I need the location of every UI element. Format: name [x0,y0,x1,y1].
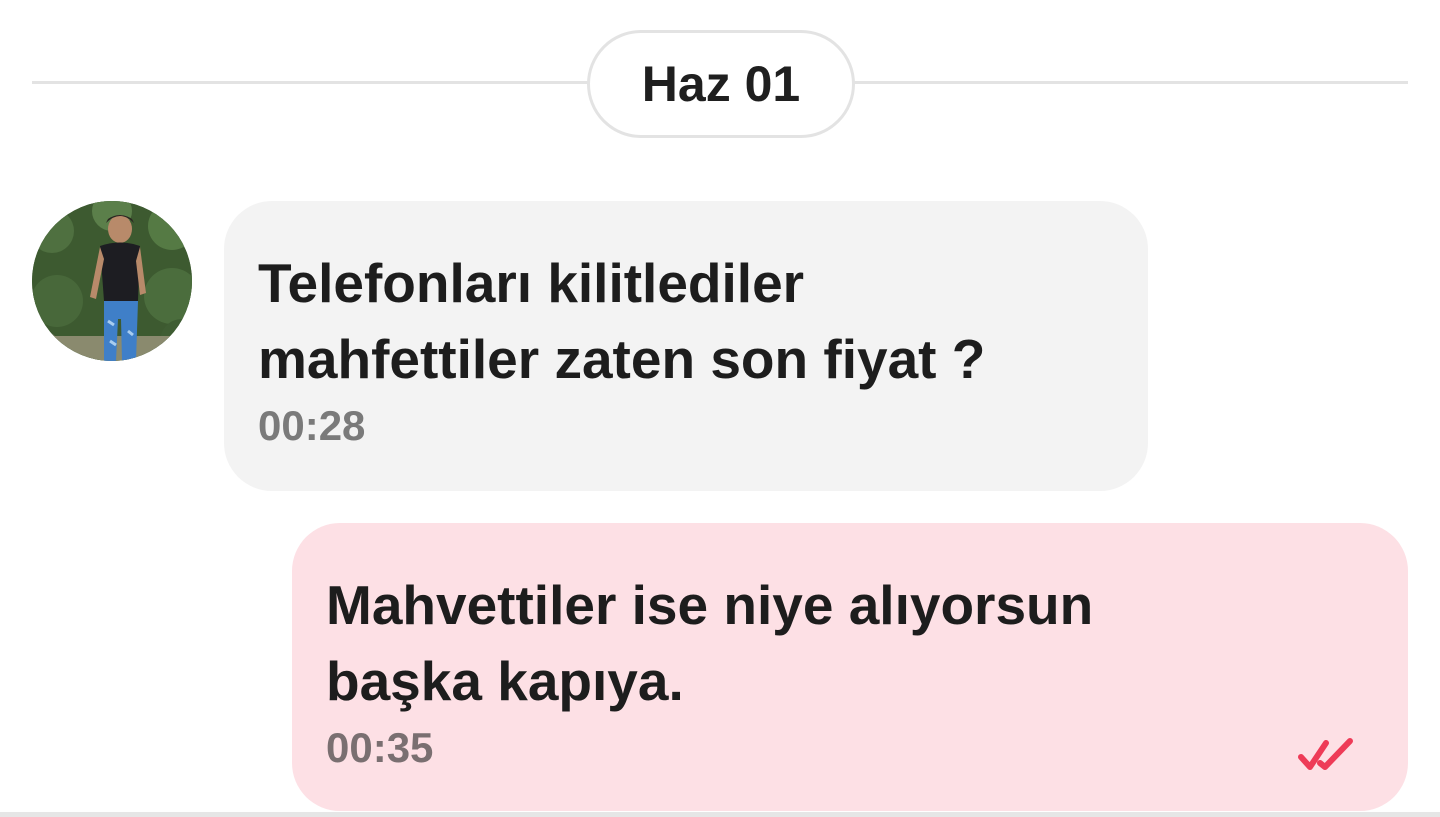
separator-line-left [32,81,588,84]
message-text: Telefonları kilitlediler mahfettiler zat… [258,252,986,390]
separator-line-right [852,81,1408,84]
date-separator: Haz 01 [32,30,1408,138]
message-timestamp: 00:35 [326,724,434,771]
message-text: Mahvettiler ise niye alıyorsun başka kap… [326,574,1094,712]
contact-avatar[interactable] [32,201,192,361]
double-check-icon [1298,738,1353,770]
outgoing-message-bubble[interactable]: Mahvettiler ise niye alıyorsun başka kap… [292,523,1408,811]
bottom-divider [0,812,1440,817]
message-timestamp: 00:28 [258,402,366,449]
avatar-photo-icon [32,201,192,361]
incoming-message-bubble[interactable]: Telefonları kilitlediler mahfettiler zat… [224,201,1148,491]
date-pill: Haz 01 [587,30,855,138]
